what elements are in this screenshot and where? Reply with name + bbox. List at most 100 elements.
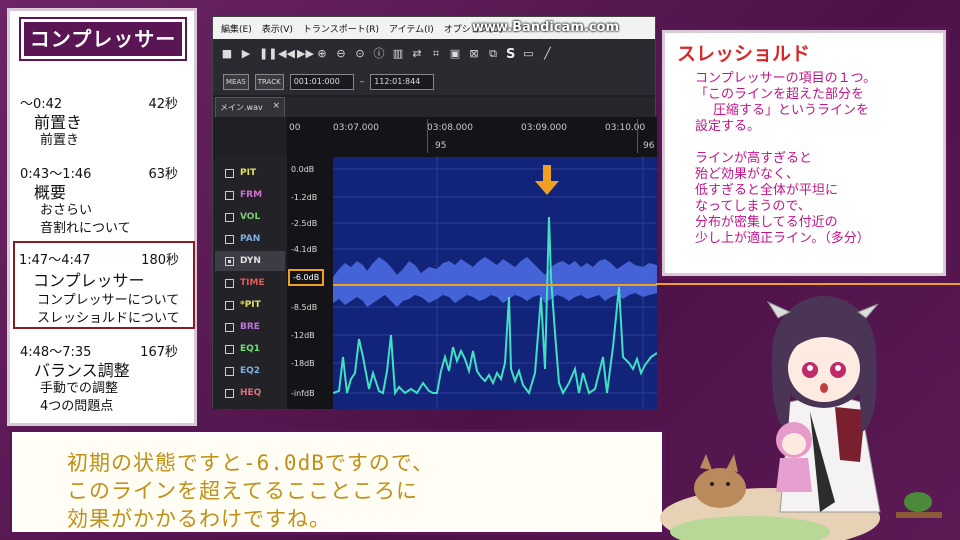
checkbox-icon[interactable] xyxy=(225,322,234,332)
param-label: *PIT xyxy=(240,300,261,310)
play-icon[interactable]: ▶ xyxy=(240,48,252,60)
param-pit[interactable]: PIT xyxy=(215,163,285,183)
split-icon[interactable]: ⧉ xyxy=(487,48,499,60)
timeline-label: 03:08.000 xyxy=(427,123,473,133)
checkbox-icon[interactable] xyxy=(225,256,234,266)
param-pan[interactable]: PAN xyxy=(215,229,285,249)
dynamics-curve xyxy=(333,216,657,396)
section-subitem: スレッショルドについて xyxy=(37,311,180,326)
param-label: EQ1 xyxy=(240,344,261,354)
watermark: www.Bandicam.com xyxy=(472,20,619,35)
dynamics-graph[interactable] xyxy=(333,157,657,409)
loop-icon[interactable]: ⇄ xyxy=(411,48,423,60)
timeline-tick xyxy=(427,119,428,153)
checkbox-icon[interactable] xyxy=(225,190,234,200)
snap-icon[interactable]: ⌗ xyxy=(430,48,442,60)
zoom-fit-icon[interactable]: ⊙ xyxy=(354,48,366,60)
subtitle-line: このラインを超えてるここところに xyxy=(67,479,418,503)
param-eq1[interactable]: EQ1 xyxy=(215,339,285,359)
solo-button[interactable]: S xyxy=(506,47,515,62)
checkbox-icon[interactable] xyxy=(225,388,234,398)
position-end-field[interactable]: 112:01:844 xyxy=(370,74,435,90)
param-vol[interactable]: VOL xyxy=(215,207,285,227)
section-subitem: コンプレッサーについて xyxy=(37,293,180,308)
param-star-pit[interactable]: *PIT xyxy=(215,295,285,315)
checkbox-icon[interactable] xyxy=(225,278,234,288)
section-duration: 180秒 xyxy=(141,253,179,268)
menu-item[interactable]: アイテム(I) xyxy=(389,22,434,35)
pause-icon[interactable]: ❚❚ xyxy=(259,48,277,60)
param-eq2[interactable]: EQ2 xyxy=(215,361,285,381)
track-button[interactable]: TRACK xyxy=(254,74,284,90)
section-intro: ～0:42 42秒 前置き 前置き xyxy=(16,93,192,149)
param-frm[interactable]: FRM xyxy=(215,185,285,205)
checkbox-icon[interactable] xyxy=(225,168,234,178)
section-subitem: 手動での調整 xyxy=(40,381,119,396)
db-label: -18dB xyxy=(291,359,315,368)
param-bre[interactable]: BRE xyxy=(215,317,285,337)
menu-edit[interactable]: 編集(E) xyxy=(221,22,252,35)
meas-button[interactable]: MEAS xyxy=(223,74,249,90)
section-duration: 167秒 xyxy=(140,345,178,360)
param-label: PAN xyxy=(240,234,261,244)
forward-icon[interactable]: ▶▶ xyxy=(297,48,314,60)
zoom-out-icon[interactable]: ⊖ xyxy=(335,48,347,60)
subtitle-line: 効果がかかるわけですね。 xyxy=(67,507,331,531)
param-time[interactable]: TIME xyxy=(215,273,285,293)
checkbox-icon[interactable] xyxy=(225,300,234,310)
db-label: -2.5dB xyxy=(291,219,318,228)
section-subitem: 音割れについて xyxy=(40,221,131,236)
outline-panel: コンプレッサー ～0:42 42秒 前置き 前置き 0:43～1:46 63秒 … xyxy=(7,8,197,426)
checkbox-icon[interactable] xyxy=(225,344,234,354)
param-label: BRE xyxy=(240,322,260,332)
param-label: PIT xyxy=(240,168,257,178)
subtitle-box: 初期の状態ですと-6.0dBですので、 このラインを超えてるここところに 効果が… xyxy=(9,429,665,535)
measure-number: 96 xyxy=(643,141,655,151)
tab-bar: メイン.wav × xyxy=(213,97,655,117)
db-label: 0.0dB xyxy=(291,165,315,174)
timeline-label: 03:09.000 xyxy=(521,123,567,133)
daw-window: 編集(E) 表示(V) トランスポート(R) アイテム(I) オプション(O) … xyxy=(212,16,657,409)
tab-main-wav[interactable]: メイン.wav × xyxy=(215,97,285,117)
section-subitem: 4つの問題点 xyxy=(40,399,114,414)
checkbox-icon[interactable] xyxy=(225,212,234,222)
section-compressor-current: 1:47～4:47 180秒 コンプレッサー コンプレッサーについて スレッショ… xyxy=(13,241,195,329)
param-label: DYN xyxy=(240,256,261,266)
checkbox-icon[interactable] xyxy=(225,234,234,244)
book-icon[interactable]: ▥ xyxy=(392,48,404,60)
checkbox-icon[interactable] xyxy=(225,366,234,376)
info-icon[interactable]: ⓘ xyxy=(373,48,385,60)
zoom-in-icon[interactable]: ⊕ xyxy=(316,48,328,60)
explanation-title: スレッショルド xyxy=(677,43,811,65)
grid-icon[interactable]: ⊠ xyxy=(468,48,480,60)
db-label: -4.1dB xyxy=(291,245,318,254)
timeline-ruler[interactable]: 00 03:07.000 03:08.000 03:09.000 03:10.0… xyxy=(287,117,657,157)
stop-icon[interactable]: ■ xyxy=(221,48,233,60)
section-duration: 63秒 xyxy=(148,167,178,182)
db-label: -8.5dB xyxy=(291,303,318,312)
subtitle-line: 初期の状態ですと-6.0dBですので、 xyxy=(67,451,435,475)
explanation-line: 設定する。 xyxy=(695,119,761,134)
param-label: EQ2 xyxy=(240,366,261,376)
db-axis: 0.0dB -1.2dB -2.5dB -4.1dB -6.0dB -8.5dB… xyxy=(287,157,333,409)
teacup-icon xyxy=(896,492,942,518)
menu-view[interactable]: 表示(V) xyxy=(262,22,293,35)
timeline-label: 00 xyxy=(289,123,301,133)
param-heq[interactable]: HEQ xyxy=(215,383,285,403)
menu-transport[interactable]: トランスポート(R) xyxy=(303,22,379,35)
section-subitem: おさらい xyxy=(40,203,93,218)
section-balance: 4:48～7:35 167秒 バランス調整 手動での調整 4つの問題点 xyxy=(16,341,192,423)
position-start-field[interactable]: 001:01:000 xyxy=(289,74,354,90)
rect-tool-icon[interactable]: ▭ xyxy=(522,48,534,60)
db-label: -infdB xyxy=(291,389,315,398)
close-icon[interactable]: × xyxy=(272,101,280,111)
dynamics-graph-svg xyxy=(333,157,657,409)
threshold-db-label: -6.0dB xyxy=(288,269,325,286)
rewind-icon[interactable]: ◀◀ xyxy=(278,48,295,60)
explanation-panel: スレッショルド コンプレッサーの項目の１つ。 「このラインを超えた部分を 圧縮す… xyxy=(659,27,949,279)
position-separator: – xyxy=(359,77,365,87)
param-dyn[interactable]: DYN xyxy=(215,251,285,271)
section-overview: 0:43～1:46 63秒 概要 おさらい 音割れについて xyxy=(16,163,192,243)
line-tool-icon[interactable]: ╱ xyxy=(541,48,553,60)
window-icon[interactable]: ▣ xyxy=(449,48,461,60)
